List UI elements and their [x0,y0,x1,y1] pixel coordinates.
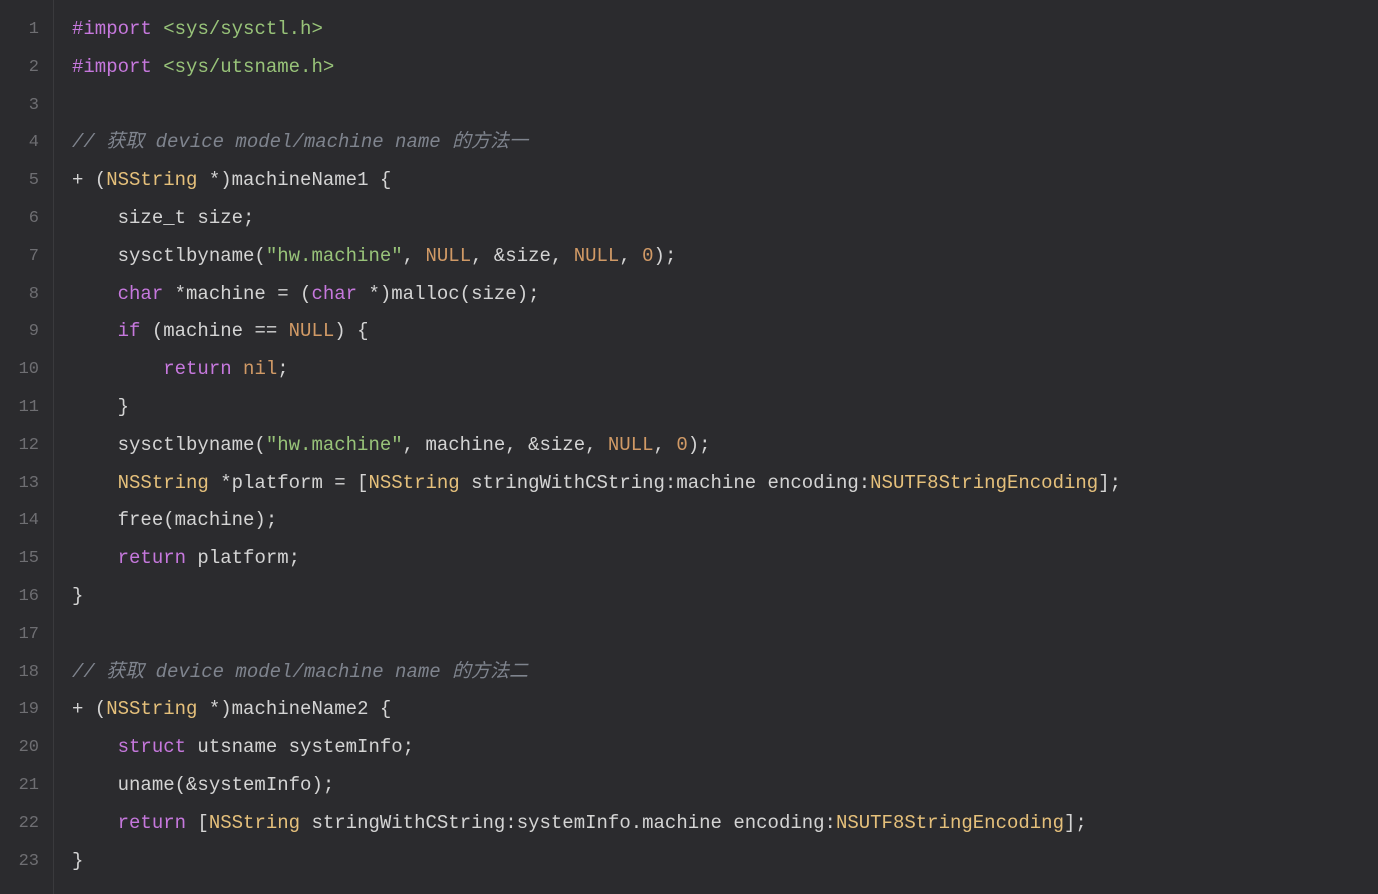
line-number[interactable]: 20 [0,729,53,767]
code-line-2[interactable]: #import <sys/utsname.h> [72,49,1378,87]
line-number[interactable]: 18 [0,654,53,692]
line-number[interactable]: 19 [0,691,53,729]
code-line-16[interactable]: } [72,578,1378,616]
code-line-12[interactable]: sysctlbyname("hw.machine", machine, &siz… [72,427,1378,465]
code-line-5[interactable]: + (NSString *)machineName1 { [72,162,1378,200]
code-line-3[interactable] [72,87,1378,125]
line-number[interactable]: 2 [0,49,53,87]
line-number[interactable]: 1 [0,11,53,49]
line-number[interactable]: 3 [0,87,53,125]
code-line-15[interactable]: return platform; [72,540,1378,578]
code-editor: 1 2 3 4 5 6 7 8 9 10 11 12 13 14 15 16 1… [0,0,1378,894]
line-number-gutter: 1 2 3 4 5 6 7 8 9 10 11 12 13 14 15 16 1… [0,0,54,894]
code-line-18[interactable]: // 获取 device model/machine name 的方法二 [72,654,1378,692]
line-number[interactable]: 5 [0,162,53,200]
line-number[interactable]: 17 [0,616,53,654]
code-line-14[interactable]: free(machine); [72,502,1378,540]
code-line-20[interactable]: struct utsname systemInfo; [72,729,1378,767]
line-number[interactable]: 10 [0,351,53,389]
line-number[interactable]: 11 [0,389,53,427]
code-line-11[interactable]: } [72,389,1378,427]
code-line-4[interactable]: // 获取 device model/machine name 的方法一 [72,124,1378,162]
line-number[interactable]: 12 [0,427,53,465]
line-number[interactable]: 14 [0,502,53,540]
code-line-19[interactable]: + (NSString *)machineName2 { [72,691,1378,729]
code-line-8[interactable]: char *machine = (char *)malloc(size); [72,276,1378,314]
line-number[interactable]: 22 [0,805,53,843]
line-number[interactable]: 9 [0,313,53,351]
code-line-6[interactable]: size_t size; [72,200,1378,238]
line-number[interactable]: 8 [0,276,53,314]
code-line-1[interactable]: #import <sys/sysctl.h> [72,11,1378,49]
line-number[interactable]: 21 [0,767,53,805]
code-line-13[interactable]: NSString *platform = [NSString stringWit… [72,465,1378,503]
line-number[interactable]: 4 [0,124,53,162]
code-line-23[interactable]: } [72,843,1378,881]
line-number[interactable]: 13 [0,465,53,503]
code-line-17[interactable] [72,616,1378,654]
line-number[interactable]: 15 [0,540,53,578]
code-line-10[interactable]: return nil; [72,351,1378,389]
code-content[interactable]: #import <sys/sysctl.h> #import <sys/utsn… [54,0,1378,894]
line-number[interactable]: 7 [0,238,53,276]
line-number[interactable]: 6 [0,200,53,238]
line-number[interactable]: 16 [0,578,53,616]
code-line-22[interactable]: return [NSString stringWithCString:syste… [72,805,1378,843]
code-line-9[interactable]: if (machine == NULL) { [72,313,1378,351]
code-line-21[interactable]: uname(&systemInfo); [72,767,1378,805]
line-number[interactable]: 23 [0,843,53,881]
code-line-7[interactable]: sysctlbyname("hw.machine", NULL, &size, … [72,238,1378,276]
